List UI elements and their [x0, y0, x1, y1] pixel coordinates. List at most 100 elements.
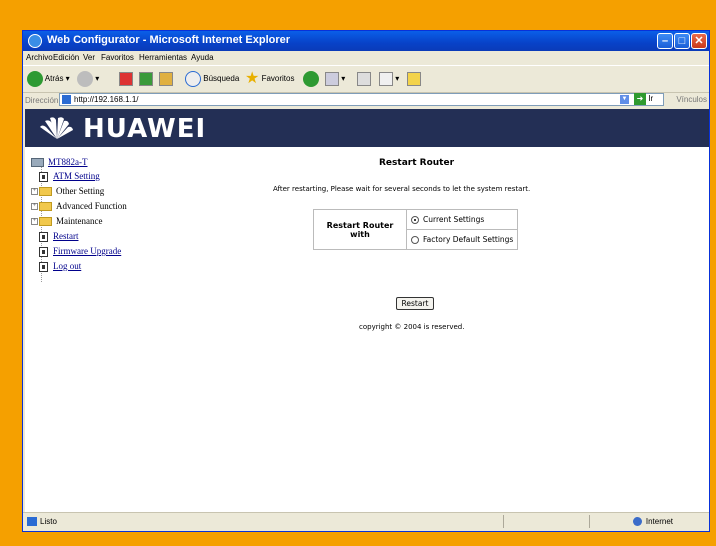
stop-icon	[119, 71, 133, 86]
factory-default-label: Factory Default Settings	[423, 235, 514, 244]
restart-options-table: Restart Router with Current Settings Fac…	[313, 209, 519, 250]
windows-flag-icon	[689, 51, 707, 63]
page-icon	[39, 246, 48, 257]
history-icon	[303, 70, 319, 87]
tree-root[interactable]: MT882a-T	[31, 155, 88, 169]
status-text: Listo	[40, 517, 57, 526]
globe-icon	[632, 517, 642, 527]
radio-current-settings[interactable]	[411, 216, 419, 224]
search-icon	[185, 70, 201, 87]
back-arrow-icon	[27, 70, 43, 87]
zone-indicator: Internet	[632, 517, 673, 527]
window-title: Web Configurator - Microsoft Internet Ex…	[47, 34, 291, 46]
menu-edicion[interactable]: Edición	[53, 53, 79, 62]
search-label: Búsqueda	[203, 74, 240, 83]
forward-arrow-icon	[77, 70, 93, 87]
forward-button[interactable]: ▾	[77, 70, 99, 88]
home-icon	[159, 71, 173, 86]
nav-item-maintenance[interactable]: + Maintenance	[31, 214, 102, 228]
status-divider	[503, 515, 504, 528]
menu-ver[interactable]: Ver	[83, 53, 95, 62]
other-setting-label: Other Setting	[56, 186, 105, 196]
advanced-function-label: Advanced Function	[56, 201, 127, 211]
page-icon	[39, 231, 48, 242]
search-button[interactable]: Búsqueda	[185, 70, 239, 88]
computer-icon	[31, 158, 44, 168]
nav-item-firmware-upgrade[interactable]: Firmware Upgrade	[39, 244, 121, 258]
print-icon	[357, 71, 371, 86]
menu-favoritos[interactable]: Favoritos	[101, 53, 134, 62]
brand-name: HUAWEI	[83, 114, 207, 144]
restart-button[interactable]: Restart	[396, 297, 434, 310]
edit-button[interactable]: ▾	[379, 70, 399, 88]
refresh-button[interactable]	[139, 70, 153, 88]
back-label: Atrás	[44, 74, 64, 83]
folder-icon	[39, 217, 52, 227]
menu-herramientas[interactable]: Herramientas	[139, 53, 187, 62]
menu-ayuda[interactable]: Ayuda	[191, 53, 214, 62]
messenger-button[interactable]	[407, 70, 421, 88]
firmware-upgrade-link[interactable]: Firmware Upgrade	[53, 246, 121, 256]
menu-bar: Archivo Edición Ver Favoritos Herramient…	[23, 51, 709, 64]
expand-icon[interactable]: +	[31, 203, 38, 211]
radio-factory-default[interactable]	[411, 236, 419, 244]
go-label: Ir	[648, 94, 654, 104]
huawei-logo-icon	[40, 117, 73, 139]
print-button[interactable]	[357, 70, 371, 88]
minimize-button[interactable]: –	[657, 33, 673, 49]
page-icon	[39, 261, 48, 272]
refresh-icon	[139, 71, 153, 86]
status-text-container: Listo	[27, 517, 57, 527]
back-button[interactable]: Atrás ▾	[27, 70, 70, 88]
address-dropdown-icon[interactable]: ▼	[620, 95, 629, 104]
restart-with-label: Restart Router with	[313, 209, 407, 250]
option-factory-default[interactable]: Factory Default Settings	[405, 229, 519, 250]
maximize-button[interactable]: □	[674, 33, 690, 49]
address-label: Dirección	[25, 96, 59, 105]
page-icon	[39, 171, 48, 182]
home-button[interactable]	[159, 70, 173, 88]
nav-item-atm-setting[interactable]: ATM Setting	[39, 169, 100, 183]
tree-root-link[interactable]: MT882a-T	[48, 157, 88, 167]
atm-setting-link[interactable]: ATM Setting	[53, 171, 100, 181]
title-bar[interactable]: Web Configurator - Microsoft Internet Ex…	[23, 31, 709, 51]
mail-button[interactable]: ▾	[325, 70, 345, 88]
favorites-label: Favoritos	[261, 74, 295, 84]
page-title: Restart Router	[379, 158, 455, 168]
mail-icon	[325, 71, 339, 86]
copyright-text: copyright © 2004 is reserved.	[359, 323, 465, 331]
option-current-settings[interactable]: Current Settings	[405, 209, 519, 230]
history-button[interactable]	[303, 70, 319, 88]
favorites-button[interactable]: ★ Favoritos	[245, 70, 294, 88]
address-bar: Dirección http://192.168.1.1/ ▼ ➜ Ir Vín…	[23, 92, 709, 108]
nav-item-log-out[interactable]: Log out	[39, 259, 81, 273]
maintenance-label: Maintenance	[56, 216, 103, 226]
address-input[interactable]: http://192.168.1.1/	[59, 93, 664, 106]
go-arrow-icon: ➜	[634, 93, 646, 105]
nav-item-advanced-function[interactable]: + Advanced Function	[31, 199, 127, 213]
folder-icon	[39, 187, 52, 197]
close-button[interactable]: ✕	[691, 33, 707, 49]
menu-archivo[interactable]: Archivo	[26, 53, 53, 62]
nav-item-restart[interactable]: Restart	[39, 229, 79, 243]
address-url: http://192.168.1.1/	[74, 95, 139, 104]
nav-item-other-setting[interactable]: + Other Setting	[31, 184, 104, 198]
log-out-link[interactable]: Log out	[53, 261, 81, 271]
current-settings-label: Current Settings	[423, 215, 485, 224]
zone-label: Internet	[645, 517, 673, 526]
browser-window: Web Configurator - Microsoft Internet Ex…	[22, 30, 710, 532]
edit-icon	[379, 71, 393, 86]
star-icon: ★	[245, 70, 260, 87]
folder-icon	[39, 202, 52, 212]
page-status-icon	[27, 517, 37, 527]
ie-icon	[28, 34, 42, 48]
links-button[interactable]: Vínculos	[676, 95, 707, 104]
huawei-banner: HUAWEI	[25, 109, 709, 147]
page-icon	[62, 95, 71, 104]
expand-icon[interactable]: +	[31, 218, 38, 226]
go-button[interactable]: ➜ Ir	[634, 93, 653, 105]
expand-icon[interactable]: +	[31, 188, 38, 196]
stop-button[interactable]	[119, 70, 133, 88]
status-divider	[589, 515, 590, 528]
restart-link[interactable]: Restart	[53, 231, 79, 241]
